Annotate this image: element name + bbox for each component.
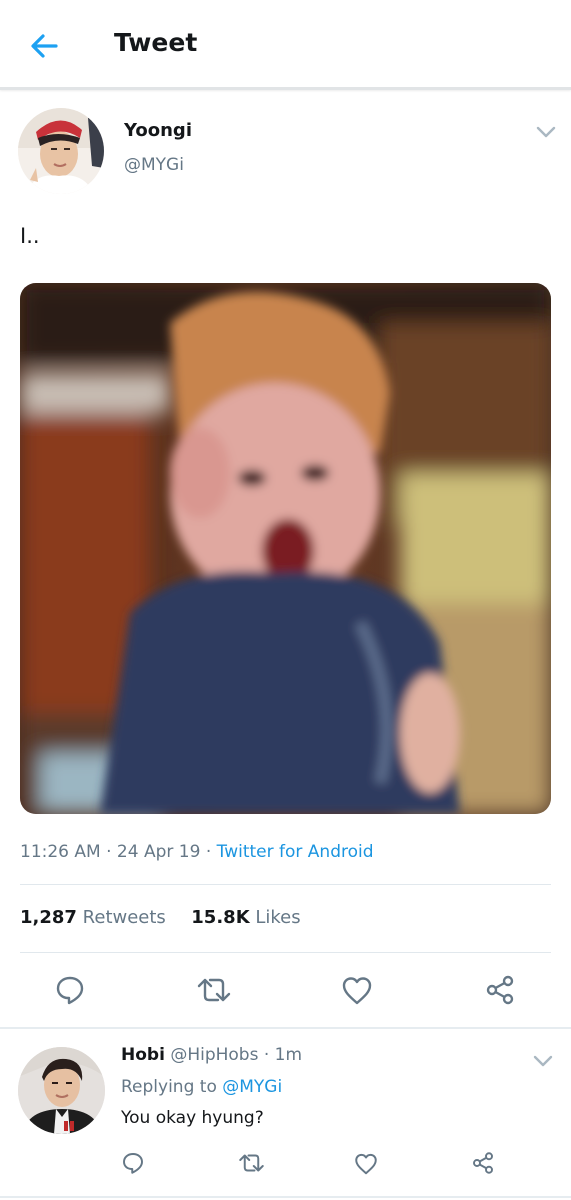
retweets-label[interactable]: Retweets xyxy=(83,907,166,928)
retweet-icon xyxy=(238,1154,264,1172)
likes-count[interactable]: 15.8K xyxy=(191,907,249,928)
author-name[interactable]: Yoongi xyxy=(124,120,192,141)
reply-author-name[interactable]: Hobi xyxy=(121,1045,165,1065)
section-divider xyxy=(0,1027,571,1029)
author-handle[interactable]: @MYGi xyxy=(124,155,184,175)
reply-icon xyxy=(56,976,84,1005)
reply-button[interactable] xyxy=(50,970,90,1010)
tweet-stats: 1,287 Retweets 15.8K Likes xyxy=(20,907,301,928)
tweet-media-photo[interactable] xyxy=(20,283,551,814)
retweet-icon xyxy=(197,978,231,1002)
author-avatar[interactable] xyxy=(18,108,104,194)
heart-icon xyxy=(355,1153,377,1174)
reply-options-button[interactable] xyxy=(533,1053,553,1067)
reply-icon xyxy=(123,1153,143,1174)
reply-time: 1m xyxy=(274,1045,303,1065)
reply-author-avatar[interactable] xyxy=(18,1047,105,1134)
share-icon xyxy=(473,1152,493,1174)
retweets-count[interactable]: 1,287 xyxy=(20,907,77,928)
replying-to-mention[interactable]: @MYGi xyxy=(222,1077,282,1097)
heart-icon xyxy=(342,977,372,1005)
replying-to: Replying to @MYGi xyxy=(121,1077,282,1097)
reply-like-button[interactable] xyxy=(351,1148,381,1178)
tweet-time: 11:26 AM xyxy=(20,842,101,862)
arrow-left-icon xyxy=(31,34,58,58)
retweet-button[interactable] xyxy=(194,970,234,1010)
tweet-source-link[interactable]: Twitter for Android xyxy=(217,842,374,862)
section-divider xyxy=(0,1196,571,1198)
reply-retweet-button[interactable] xyxy=(236,1148,266,1178)
reply-header: Hobi @HipHobs · 1m xyxy=(121,1045,302,1065)
likes-label[interactable]: Likes xyxy=(255,907,300,928)
back-button[interactable] xyxy=(26,28,62,64)
tweet-text: I.. xyxy=(20,224,40,248)
tweet-date: 24 Apr 19 xyxy=(116,842,201,862)
reply-reply-button[interactable] xyxy=(118,1148,148,1178)
chevron-down-icon xyxy=(533,1055,553,1067)
chevron-down-icon xyxy=(536,126,556,138)
reply-share-button[interactable] xyxy=(468,1148,498,1178)
divider xyxy=(20,884,551,885)
share-button[interactable] xyxy=(480,970,520,1010)
tweet-options-button[interactable] xyxy=(536,124,556,138)
top-app-bar: Tweet xyxy=(0,0,571,90)
divider xyxy=(20,952,551,953)
meta-separator: · xyxy=(263,1045,270,1065)
share-icon xyxy=(486,975,514,1005)
meta-separator: · xyxy=(106,842,117,862)
tweet-meta: 11:26 AM · 24 Apr 19 · Twitter for Andro… xyxy=(20,842,374,862)
replying-to-label: Replying to xyxy=(121,1077,217,1097)
page-title: Tweet xyxy=(114,28,198,57)
meta-separator: · xyxy=(205,842,217,862)
reply-author-handle[interactable]: @HipHobs xyxy=(170,1045,258,1065)
reply-text: You okay hyung? xyxy=(121,1108,264,1128)
like-button[interactable] xyxy=(337,970,377,1010)
